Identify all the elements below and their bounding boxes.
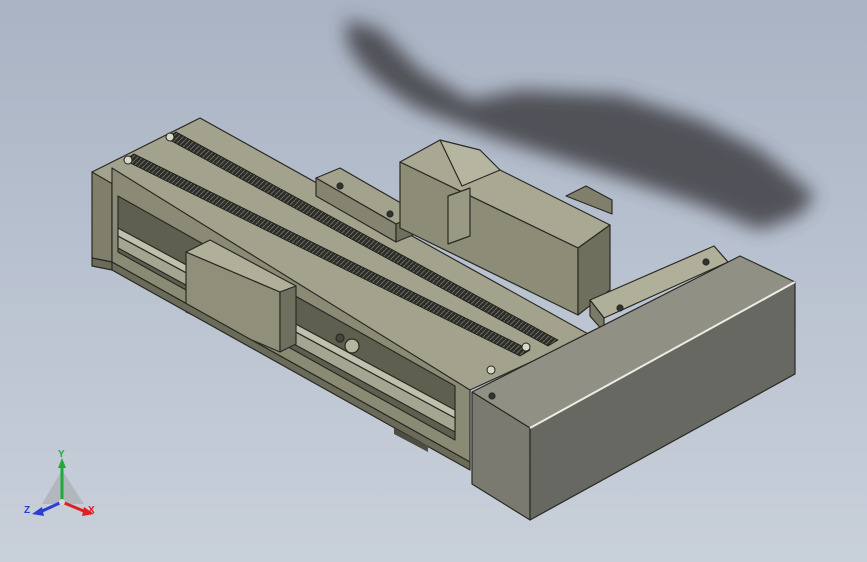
screw-1: [165, 132, 175, 142]
bearing-roller: [344, 338, 360, 354]
graphics-viewport[interactable]: Y X Z: [0, 0, 867, 562]
y-axis-label: Y: [58, 449, 65, 460]
x-axis-label: X: [88, 505, 95, 516]
screw-4: [486, 365, 496, 375]
screw-2: [123, 155, 133, 165]
cad-model-view[interactable]: [0, 0, 867, 562]
view-orientation-triad[interactable]: Y X Z: [22, 446, 112, 526]
z-axis-label: Z: [24, 505, 31, 516]
screw-3: [521, 342, 531, 352]
triad-graphic: [32, 458, 94, 516]
